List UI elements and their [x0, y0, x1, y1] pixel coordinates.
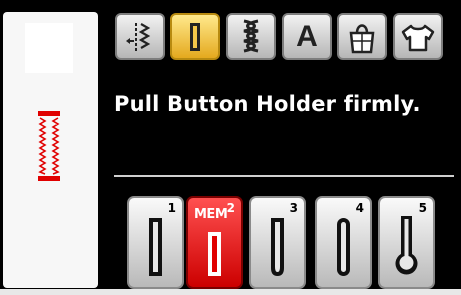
- instruction-message: Pull Button Holder firmly.: [114, 92, 421, 116]
- rounded-buttonhole-icon: [271, 218, 284, 276]
- buttonhole-key-2[interactable]: MEM 2: [186, 196, 243, 289]
- buttonhole-stitch-preview-icon: [38, 111, 60, 181]
- tab-quilt[interactable]: [337, 13, 387, 60]
- buttonhole-icon: [190, 22, 200, 51]
- buttonhole-key-3[interactable]: 3: [249, 196, 306, 289]
- square-buttonhole-icon: [208, 232, 221, 276]
- stitch-preview-panel: [3, 12, 98, 288]
- buttonhole-key-4[interactable]: 4: [315, 196, 372, 289]
- tab-decorative-stitch[interactable]: [226, 13, 276, 60]
- tab-utility-stitch[interactable]: [115, 13, 165, 60]
- quilt-bag-icon: [349, 23, 375, 53]
- preview-blank-area: [25, 23, 73, 73]
- tab-buttonhole[interactable]: [170, 13, 220, 60]
- next-row-keys-edge: [0, 289, 461, 295]
- letter-a-icon: A: [296, 19, 318, 53]
- buttonhole-key-5[interactable]: 5: [378, 196, 435, 289]
- round-end-buttonhole-icon: [337, 218, 350, 276]
- utility-stitch-icon: [126, 22, 151, 51]
- buttonhole-key-1[interactable]: 1: [127, 196, 184, 289]
- decorative-stitch-icon: [243, 19, 259, 52]
- keyhole-buttonhole-icon: [395, 216, 418, 275]
- shirt-icon: [401, 24, 435, 51]
- divider: [114, 175, 454, 177]
- square-buttonhole-icon: [149, 218, 162, 276]
- tab-character[interactable]: A: [282, 13, 332, 60]
- tab-garment[interactable]: [393, 13, 443, 60]
